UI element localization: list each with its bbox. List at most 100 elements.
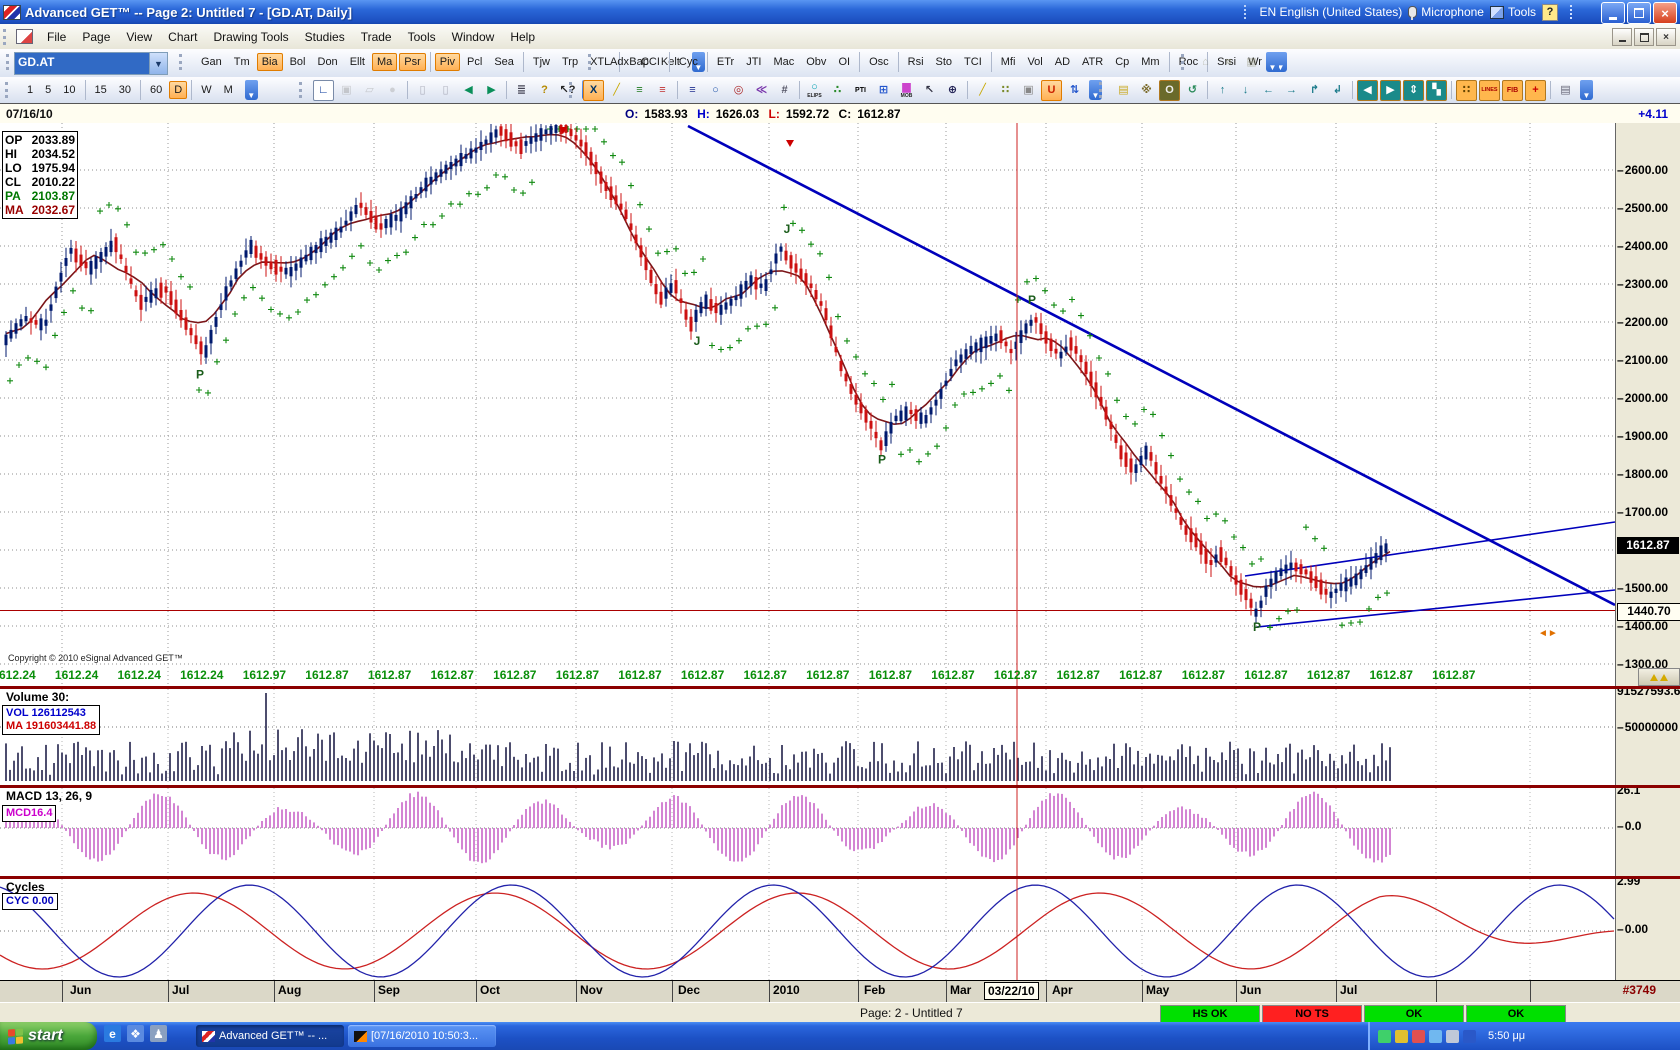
menu-view[interactable]: View	[118, 27, 160, 47]
copy-page-icon[interactable]: ▣	[1018, 80, 1039, 101]
revert-icon[interactable]: ↺	[1182, 80, 1203, 101]
language-bar-grip[interactable]	[1244, 5, 1250, 19]
toolbar-button-tci[interactable]: TCI	[959, 53, 987, 71]
minimize-button[interactable]	[1601, 2, 1625, 24]
up-arrow-icon[interactable]: ↑	[1212, 80, 1233, 101]
language-bar-options-icon[interactable]	[1564, 5, 1572, 19]
toolbar-button-bia[interactable]: Bia	[257, 53, 283, 71]
toolbar-button-mfi[interactable]: Mfi	[996, 53, 1021, 71]
line-style-icon[interactable]: ∟	[313, 80, 334, 101]
start-button[interactable]: start	[0, 1022, 97, 1050]
toolbar-button-rsi[interactable]: Rsi	[903, 53, 929, 71]
taskbar-clock[interactable]: 5:50 μμ	[1488, 1030, 1525, 1042]
toolbar-button-w[interactable]: W	[196, 81, 216, 99]
snap-boxes-icon[interactable]: ∷	[995, 80, 1016, 101]
open-folder-icon[interactable]: ▤	[1113, 80, 1134, 101]
toolbar-button-bol[interactable]: Bol	[285, 53, 311, 71]
toolbar-scroll-button[interactable]: ▼	[1580, 80, 1593, 100]
price-chart-panel[interactable]: PJJPPP OP2033.89HI2034.52LO1975.94CL2010…	[0, 123, 1680, 686]
menu-help[interactable]: Help	[502, 27, 543, 47]
toolbar-button-sea[interactable]: Sea	[489, 53, 519, 71]
grid-icon[interactable]: #	[774, 80, 795, 101]
close-button[interactable]: ×	[1653, 2, 1677, 24]
toolbar-button-tm[interactable]: Tm	[229, 53, 255, 71]
mdi-restore-button[interactable]	[1634, 28, 1654, 46]
toolbar-button-60[interactable]: 60	[145, 81, 167, 99]
nav-forward-icon[interactable]: ▶	[481, 80, 502, 101]
microphone-button[interactable]: Microphone	[1408, 5, 1484, 19]
toolbar-button-pcl[interactable]: Pcl	[462, 53, 487, 71]
regression-lines-icon[interactable]: ≡	[682, 80, 703, 101]
toolbar-button-obv[interactable]: Obv	[801, 53, 831, 71]
scatter-tool-icon[interactable]: ∴	[827, 80, 848, 101]
toolbar-button-cyc[interactable]: Cyc	[674, 53, 703, 71]
toolbar-button-m[interactable]: M	[219, 81, 238, 99]
menu-file[interactable]: File	[39, 27, 74, 47]
tray-icon-2[interactable]	[1395, 1030, 1408, 1043]
toolbar-button-trp[interactable]: Trp	[557, 53, 583, 71]
print-icon[interactable]: ≣	[511, 80, 532, 101]
toolbar-button-mac[interactable]: Mac	[768, 53, 799, 71]
expand-vertical-icon[interactable]: ⇕	[1403, 80, 1424, 101]
dots-grid-icon[interactable]: ∷	[1456, 80, 1477, 101]
tray-icon-3[interactable]	[1412, 1030, 1425, 1043]
toolbar-button-adx[interactable]: Adx	[605, 53, 634, 71]
candlestick-chart[interactable]: PJJPPP	[0, 123, 1615, 691]
step-up-icon[interactable]: ↱	[1304, 80, 1325, 101]
toolbar-button-gan[interactable]: Gan	[196, 53, 227, 71]
toolbar-button-ellt[interactable]: Ellt	[345, 53, 370, 71]
magnet-icon[interactable]: U	[1041, 80, 1062, 101]
chart-window-system-icon[interactable]	[16, 29, 33, 44]
pti-icon[interactable]: PTI	[850, 80, 871, 101]
pencil-tool-icon[interactable]: ╱	[606, 80, 627, 101]
toolbar-button-ad[interactable]: AD	[1050, 53, 1075, 71]
step-down-icon[interactable]: ↲	[1327, 80, 1348, 101]
mdi-close-button[interactable]: ×	[1656, 28, 1676, 46]
pencil2-tool-icon[interactable]: ╱	[972, 80, 993, 101]
menu-trade[interactable]: Trade	[353, 27, 400, 47]
compress-right-icon[interactable]: ▶	[1380, 80, 1401, 101]
cycles-panel[interactable]: Cycles CYC 0.00 2.99 –0.00	[0, 876, 1680, 983]
ie-quick-launch-icon[interactable]: e	[104, 1025, 121, 1042]
studies-toolbar-grip[interactable]	[179, 54, 187, 70]
toolbar-button-10[interactable]: 10	[58, 81, 80, 99]
language-help-button[interactable]: ?	[1542, 4, 1558, 21]
insect-icon[interactable]: ※	[1136, 80, 1157, 101]
mob-icon[interactable]: ▆MOB	[896, 80, 917, 101]
target-icon[interactable]: ◎	[728, 80, 749, 101]
taskbar-task-2[interactable]: [07/16/2010 10:50:3...	[348, 1025, 496, 1047]
window-tools-toolbar-grip[interactable]	[1099, 82, 1107, 98]
toolbar-button-oi[interactable]: OI	[833, 53, 855, 71]
symbol-dropdown-icon[interactable]: ▼	[149, 53, 167, 74]
toolbar-button-psr[interactable]: Psr	[399, 53, 426, 71]
toolbar-button-1[interactable]: 1	[22, 81, 38, 99]
macd-panel[interactable]: MACD 13, 26, 9 MCD16.4 26.1 –0.0	[0, 785, 1680, 879]
navigation-toolbar-grip[interactable]	[299, 82, 307, 98]
menu-studies[interactable]: Studies	[297, 27, 353, 47]
pointer-tool-icon[interactable]: ↖	[919, 80, 940, 101]
tray-icon-5[interactable]	[1446, 1030, 1459, 1043]
language-selector[interactable]: EN English (United States)	[1260, 5, 1403, 19]
toolbar-button-d[interactable]: D	[169, 81, 187, 99]
extra-toolbar-grip[interactable]	[1181, 54, 1189, 70]
compress-left-icon[interactable]: ◀	[1357, 80, 1378, 101]
window-quick-launch-icon[interactable]: ❖	[127, 1025, 144, 1042]
properties-icon[interactable]: ▤	[1555, 80, 1576, 101]
horizontal-scroll-arrows-icon[interactable]: ◄►	[1538, 628, 1558, 639]
volume-panel[interactable]: Volume 30: VOL 126112543 MA 191603441.88…	[0, 686, 1680, 788]
grid-blue-icon[interactable]: ⊞	[873, 80, 894, 101]
toolbar-button-osc[interactable]: Osc	[864, 53, 894, 71]
tray-icon-4[interactable]	[1429, 1030, 1442, 1043]
toolbar-button-ma[interactable]: Ma	[372, 53, 397, 71]
zoom-icon[interactable]: ⊕	[942, 80, 963, 101]
toolbar-button-don[interactable]: Don	[313, 53, 343, 71]
menu-chart[interactable]: Chart	[160, 27, 205, 47]
language-tools-button[interactable]: Tools	[1490, 5, 1536, 19]
toolbar-scroll-button[interactable]: ▼	[245, 80, 258, 100]
time-clock-icon[interactable]: ○	[705, 80, 726, 101]
trend-lines-icon[interactable]: ≡	[629, 80, 650, 101]
toolbar-button-cp[interactable]: Cp	[1110, 53, 1134, 71]
hourglass-icon[interactable]: ▚	[1426, 80, 1447, 101]
down-arrow-icon[interactable]: ↓	[1235, 80, 1256, 101]
drawing-toolbar-grip[interactable]	[569, 82, 577, 98]
